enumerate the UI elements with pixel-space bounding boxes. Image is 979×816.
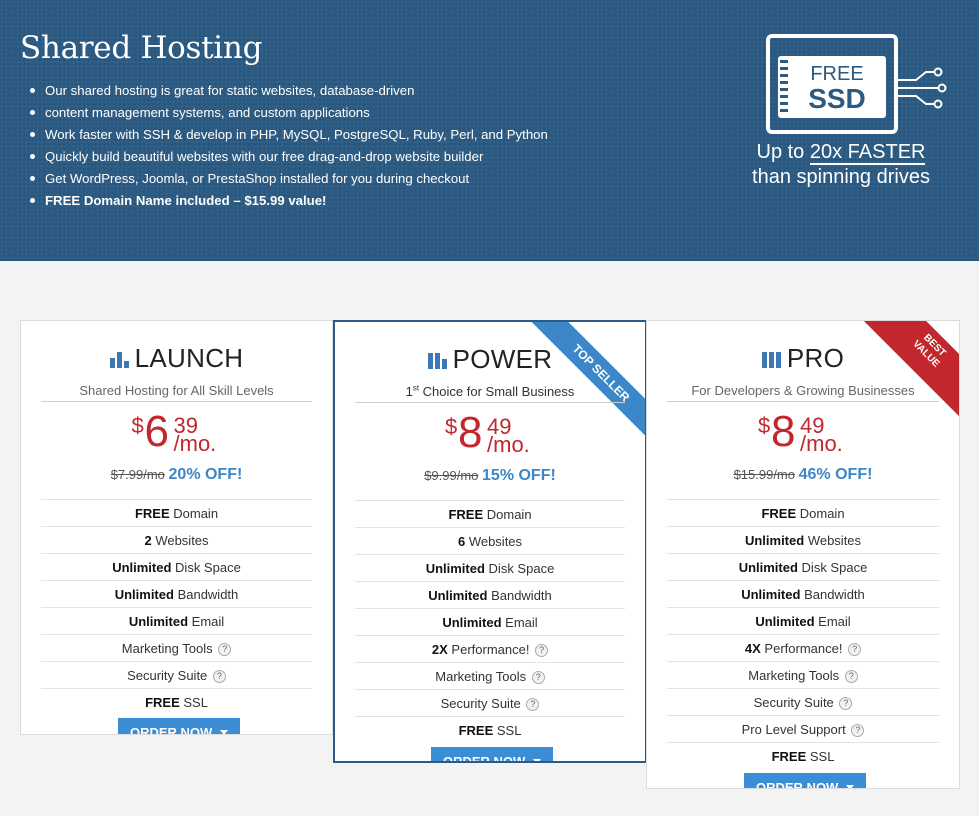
help-icon[interactable]: ? — [526, 698, 540, 711]
price-currency: $ — [131, 413, 144, 438]
discount-badge: 46% OFF! — [798, 466, 873, 483]
plan-subtitle: For Developers & Growing Businesses — [691, 383, 915, 398]
divider — [41, 401, 312, 402]
price-whole: 8 — [458, 408, 483, 457]
feature-item: FREE Domain — [667, 499, 939, 526]
feature-item: FREE SSL — [355, 716, 625, 743]
order-now-button[interactable]: ORDER NOW — [431, 747, 554, 761]
bar-chart-icon — [109, 350, 129, 368]
feature-item: Unlimited Disk Space — [41, 553, 312, 580]
help-icon[interactable]: ? — [212, 670, 226, 683]
discount-line: $7.99/mo 20% OFF! — [21, 466, 332, 484]
plan-name: LAUNCH — [134, 343, 244, 373]
plan-price: $ 6 39 /mo. — [21, 407, 332, 459]
price-period: /mo. — [800, 431, 843, 456]
ssd-label-text: SSD — [808, 83, 866, 114]
plan-subtitle: Shared Hosting for All Skill Levels — [79, 383, 274, 398]
feature-item: 2X Performance! ? — [355, 635, 625, 662]
caret-down-icon — [846, 785, 855, 788]
feature-list: FREE Domain 6 Websites Unlimited Disk Sp… — [355, 500, 625, 743]
plan-card-launch: LAUNCH Shared Hosting for All Skill Leve… — [20, 320, 333, 735]
feature-item: Security Suite ? — [667, 688, 939, 715]
feature-item: FREE SSL — [667, 742, 939, 769]
feature-item: Security Suite ? — [41, 661, 312, 688]
ssd-speed-subline: than spinning drives — [752, 166, 930, 188]
feature-list: FREE Domain 2 Websites Unlimited Disk Sp… — [41, 499, 312, 715]
feature-item: Unlimited Disk Space — [355, 554, 625, 581]
plan-card-power: TOP SELLER POWER 1st Choice for Small Bu… — [333, 320, 647, 763]
help-icon[interactable]: ? — [218, 643, 232, 656]
feature-item: Unlimited Bandwidth — [355, 581, 625, 608]
feature-item: Marketing Tools ? — [41, 634, 312, 661]
old-price: $15.99/mo — [733, 467, 795, 482]
plan-price: $ 8 49 /mo. — [335, 408, 645, 460]
discount-line: $15.99/mo 46% OFF! — [647, 466, 959, 484]
feature-item: Unlimited Email — [667, 607, 939, 634]
feature-item: FREE SSL — [41, 688, 312, 715]
feature-item: Unlimited Websites — [667, 526, 939, 553]
hero-banner: Shared Hosting Our shared hosting is gre… — [0, 0, 979, 261]
feature-item: Marketing Tools ? — [355, 662, 625, 689]
old-price: $7.99/mo — [110, 467, 165, 482]
feature-item: FREE Domain — [41, 499, 312, 526]
help-icon[interactable]: ? — [844, 670, 858, 683]
caret-down-icon — [220, 730, 229, 734]
order-now-button[interactable]: ORDER NOW — [118, 718, 241, 734]
price-period: /mo. — [173, 431, 217, 456]
bullet-item: Quickly build beautiful websites with ou… — [30, 146, 605, 168]
old-price: $9.99/mo — [424, 468, 479, 483]
plan-title: LAUNCH — [21, 343, 332, 374]
bullet-item: Get WordPress, Joomla, or PrestaShop ins… — [30, 168, 605, 190]
divider — [667, 401, 939, 402]
feature-list: FREE Domain Unlimited Websites Unlimited… — [667, 499, 939, 769]
bullet-item: Work faster with SSH & develop in PHP, M… — [30, 124, 605, 146]
help-icon[interactable]: ? — [531, 671, 545, 684]
feature-item: 2 Websites — [41, 526, 312, 553]
divider — [355, 402, 625, 403]
plan-price: $ 8 49 /mo. — [647, 407, 959, 459]
price-whole: 6 — [144, 407, 169, 456]
order-now-button[interactable]: ORDER NOW — [744, 773, 867, 788]
plan-card-pro: BEST VALUE PRO For Developers & Growing … — [646, 320, 960, 789]
bullet-item: Our shared hosting is great for static w… — [30, 80, 605, 102]
bar-chart-icon — [761, 350, 781, 368]
help-icon[interactable]: ? — [535, 644, 549, 657]
ssd-free-text: FREE — [810, 63, 863, 85]
plan-title: PRO — [647, 343, 959, 374]
bullet-item-continued: content management systems, and custom a… — [30, 102, 605, 124]
feature-item: Security Suite ? — [355, 689, 625, 716]
plan-title: POWER — [335, 344, 645, 375]
caret-down-icon — [533, 759, 542, 761]
ssd-speed-claim: Up to 20x FASTER — [748, 140, 934, 165]
bullet-item-domain-offer: FREE Domain Name included – $15.99 value… — [30, 190, 605, 212]
plan-subtitle: 1st Choice for Small Business — [405, 383, 575, 399]
help-icon[interactable]: ? — [839, 697, 853, 710]
feature-item: 6 Websites — [355, 527, 625, 554]
help-icon[interactable]: ? — [851, 724, 865, 737]
discount-line: $9.99/mo 15% OFF! — [335, 467, 645, 485]
feature-item: Unlimited Email — [355, 608, 625, 635]
discount-badge: 20% OFF! — [168, 466, 243, 483]
feature-bullet-list: Our shared hosting is great for static w… — [30, 80, 605, 212]
feature-item: Unlimited Disk Space — [667, 553, 939, 580]
ssd-speed-prefix: Up to — [756, 141, 805, 163]
price-currency: $ — [445, 414, 458, 439]
feature-item: Marketing Tools ? — [667, 661, 939, 688]
plan-name: PRO — [786, 343, 845, 373]
feature-item: FREE Domain — [355, 500, 625, 527]
bar-chart-icon — [427, 351, 447, 369]
feature-item: Unlimited Email — [41, 607, 312, 634]
help-icon[interactable]: ? — [848, 643, 862, 656]
feature-item: 4X Performance! ? — [667, 634, 939, 661]
ssd-speed-highlight: 20x FASTER — [809, 141, 926, 165]
feature-item: Pro Level Support ? — [667, 715, 939, 742]
price-whole: 8 — [771, 407, 796, 456]
price-currency: $ — [758, 413, 771, 438]
feature-item: Unlimited Bandwidth — [667, 580, 939, 607]
discount-badge: 15% OFF! — [482, 467, 556, 484]
feature-item: Unlimited Bandwidth — [41, 580, 312, 607]
price-period: /mo. — [487, 432, 530, 457]
page-title: Shared Hosting — [20, 30, 263, 66]
plan-name: POWER — [452, 344, 553, 374]
